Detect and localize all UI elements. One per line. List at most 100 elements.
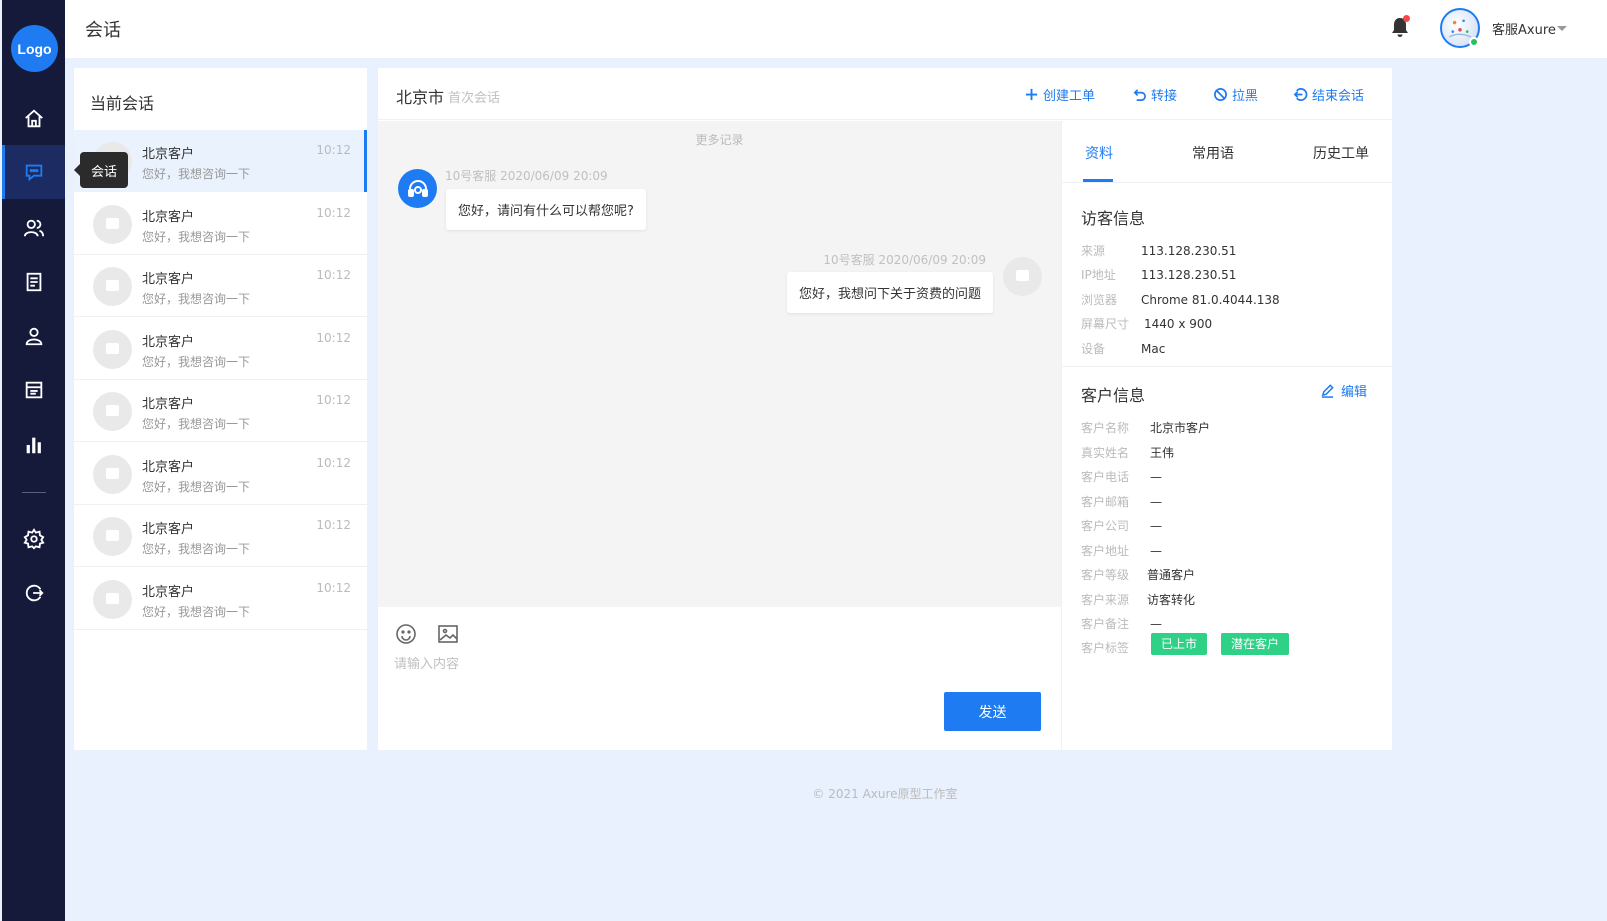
message-meta: 10号客服 2020/06/09 20:09 xyxy=(823,253,986,267)
session-name: 北京客户 xyxy=(142,210,195,225)
session-time: 10:12 xyxy=(316,456,351,470)
customer-tag[interactable]: 潜在客户 xyxy=(1221,633,1290,655)
session-name: 北京客户 xyxy=(142,585,195,600)
headset-icon xyxy=(407,179,428,197)
edit-button[interactable]: 编辑 xyxy=(1320,381,1367,400)
visitor-row: 来源 113.128.230.51 xyxy=(1081,242,1236,259)
session-message: 您好，我想咨询一下 xyxy=(142,355,251,369)
pencil-icon xyxy=(1321,384,1334,398)
nav-tooltip: 会话 xyxy=(74,152,128,188)
field-label: 设备 xyxy=(1081,342,1106,356)
exit-icon xyxy=(1293,88,1308,101)
nav-users[interactable] xyxy=(2,201,65,255)
chat-icon xyxy=(25,164,42,182)
session-item[interactable]: 北京客户 您好，我想咨询一下 10:12 xyxy=(74,380,367,442)
session-item[interactable]: 北京客户 您好，我想咨询一下 10:12 xyxy=(74,318,367,380)
field-label: IP地址 xyxy=(1081,268,1116,282)
nav-chat[interactable] xyxy=(2,145,65,199)
field-value: Mac xyxy=(1141,342,1166,356)
message-input[interactable] xyxy=(394,657,1034,672)
session-message: 您好，我想咨询一下 xyxy=(142,417,251,431)
logo[interactable]: Logo xyxy=(11,25,58,72)
session-message: 您好，我想咨询一下 xyxy=(142,542,251,556)
nav-settings[interactable] xyxy=(2,512,65,566)
session-avatar xyxy=(93,392,132,431)
visitor-row: 设备 Mac xyxy=(1081,340,1165,357)
emoji-icon[interactable] xyxy=(395,623,417,645)
user-icon xyxy=(25,327,42,346)
session-name: 北京客户 xyxy=(142,272,195,287)
newspaper-icon xyxy=(25,381,42,399)
chevron-down-icon[interactable] xyxy=(1557,26,1567,31)
field-value: 普通客户 xyxy=(1147,568,1196,582)
field-label: 屏幕尺寸 xyxy=(1081,317,1130,331)
transfer-button[interactable]: 转接 xyxy=(1132,85,1177,104)
session-item[interactable]: 北京客户 您好，我想咨询一下 10:12 xyxy=(74,193,367,255)
session-avatar xyxy=(93,455,132,494)
session-name: 北京客户 xyxy=(142,397,195,412)
send-button[interactable]: 发送 xyxy=(944,692,1041,731)
message-area[interactable]: 更多记录 10号客服 2020/06/09 20:09 您好，请问有什么可以帮您… xyxy=(378,121,1061,607)
session-item[interactable]: 北京客户 您好，我想咨询一下 10:12 xyxy=(74,568,367,630)
info-tabs: 资料 常用语 历史工单 xyxy=(1062,121,1393,183)
field-label: 客户名称 xyxy=(1081,421,1130,435)
gear-icon xyxy=(22,528,45,550)
create-ticket-button[interactable]: 创建工单 xyxy=(1024,85,1095,104)
customer-row: 真实姓名 王伟 xyxy=(1081,444,1174,461)
field-label: 客户备注 xyxy=(1081,617,1130,631)
session-list-title: 当前会话 xyxy=(90,94,155,113)
field-value: 113.128.230.51 xyxy=(1141,268,1237,282)
customer-row: 客户等级 普通客户 xyxy=(1081,566,1195,583)
field-value: — xyxy=(1150,495,1162,509)
field-label: 客户来源 xyxy=(1081,593,1130,607)
field-label: 客户等级 xyxy=(1081,568,1130,582)
field-label: 真实姓名 xyxy=(1081,446,1130,460)
field-value: — xyxy=(1150,519,1162,533)
agent-avatar xyxy=(398,169,437,208)
nav-documents[interactable] xyxy=(2,255,65,309)
customer-row: 客户邮箱 — xyxy=(1081,493,1162,510)
nav-home[interactable] xyxy=(2,92,65,146)
customer-tag[interactable]: 已上市 xyxy=(1151,633,1208,655)
footer-copyright: © 2021 Axure原型工作室 xyxy=(812,787,958,801)
document-icon xyxy=(26,272,41,292)
field-value: 访客转化 xyxy=(1147,593,1196,607)
edit-label: 编辑 xyxy=(1341,385,1368,400)
end-session-button[interactable]: 结束会话 xyxy=(1293,85,1364,104)
session-item[interactable]: 北京客户 您好，我想咨询一下 10:12 xyxy=(74,255,367,317)
users-icon xyxy=(23,219,44,237)
session-time: 10:12 xyxy=(316,581,351,595)
session-message: 您好，我想咨询一下 xyxy=(142,292,251,306)
tab-history-tickets[interactable]: 历史工单 xyxy=(1313,143,1369,163)
block-button[interactable]: 拉黑 xyxy=(1213,85,1258,104)
customer-row: 客户标签 xyxy=(1081,639,1150,656)
field-value: — xyxy=(1150,470,1162,484)
session-time: 10:12 xyxy=(316,143,351,157)
customer-row: 客户公司 — xyxy=(1081,517,1162,534)
nav-news[interactable] xyxy=(2,363,65,417)
field-label: 客户电话 xyxy=(1081,470,1130,484)
message-composer: 发送 xyxy=(378,607,1061,750)
field-label: 来源 xyxy=(1081,244,1106,258)
chat-header: 北京市 首次会话 创建工单 转接 拉黑 结束会话 xyxy=(378,68,1392,120)
image-icon[interactable] xyxy=(437,623,459,645)
customer-row: 客户来源 访客转化 xyxy=(1081,591,1195,608)
session-item[interactable]: 北京客户 您好，我想咨询一下 10:12 xyxy=(74,505,367,567)
transfer-label: 转接 xyxy=(1151,89,1178,104)
user-name[interactable]: 客服Axure xyxy=(1492,19,1556,38)
more-records-link[interactable]: 更多记录 xyxy=(378,131,1061,148)
customer-info-title: 客户信息 xyxy=(1081,386,1146,405)
field-value: Chrome 81.0.4044.138 xyxy=(1141,293,1280,307)
page-title: 会话 xyxy=(85,20,121,41)
nav-stats[interactable] xyxy=(2,418,65,472)
notification-dot xyxy=(1403,15,1410,22)
block-label: 拉黑 xyxy=(1232,89,1259,104)
tab-profile[interactable]: 资料 xyxy=(1085,143,1113,163)
nav-profile[interactable] xyxy=(2,309,65,363)
tab-phrases[interactable]: 常用语 xyxy=(1192,143,1234,163)
nav-logout[interactable] xyxy=(2,566,65,620)
online-status-dot xyxy=(1469,37,1479,47)
info-panel: 资料 常用语 历史工单 访客信息 来源 113.128.230.51 IP地址 11… xyxy=(1061,121,1393,750)
nav-divider xyxy=(22,492,46,493)
session-item[interactable]: 北京客户 您好，我想咨询一下 10:12 xyxy=(74,443,367,505)
